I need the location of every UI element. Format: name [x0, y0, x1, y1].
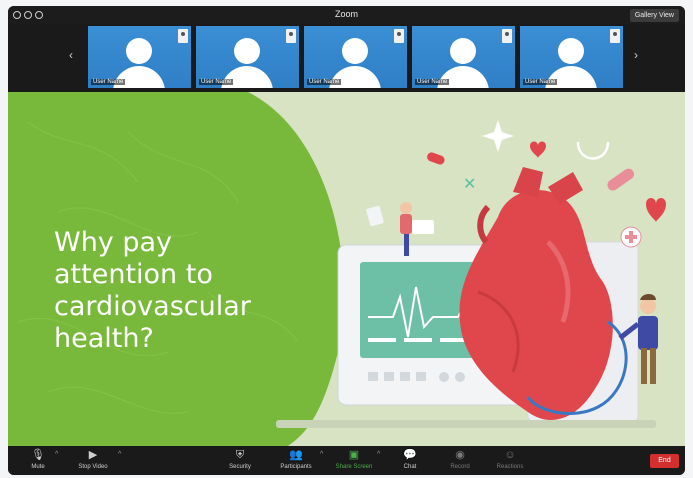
zoom-window: Zoom Gallery View ‹ User Name User Name …	[8, 6, 685, 475]
participant-strip: ‹ User Name User Name User Name User Nam…	[8, 24, 685, 92]
participant-thumbnail[interactable]: User Name	[520, 26, 623, 88]
share-screen-button[interactable]: ▣ Share Screen	[324, 448, 384, 471]
chevron-up-icon[interactable]: ^	[55, 451, 58, 458]
avatar-head	[126, 38, 152, 64]
shield-icon: ⛨	[235, 449, 245, 461]
participant-name: User Name	[91, 79, 126, 85]
slide-title: Why pay attention to cardiovascular heal…	[54, 227, 251, 354]
avatar-head	[450, 38, 476, 64]
participant-thumbnail[interactable]: User Name	[196, 26, 299, 88]
participant-thumbnail[interactable]: User Name	[304, 26, 407, 88]
participant-thumbnail[interactable]: User Name	[412, 26, 515, 88]
reactions-button[interactable]: ☺ Reactions	[480, 448, 540, 471]
title-bar: Zoom Gallery View	[8, 6, 685, 24]
video-camera-icon: ▶	[88, 449, 98, 461]
mute-button[interactable]: 🎙 Mute	[8, 448, 68, 471]
security-button[interactable]: ⛨ Security	[210, 448, 270, 471]
stethoscope-icon	[576, 141, 610, 160]
chevron-left-icon[interactable]: ‹	[69, 48, 73, 62]
chevron-right-icon[interactable]: ›	[634, 48, 638, 62]
avatar-head	[558, 38, 584, 64]
meeting-toolbar: 🎙 Mute ^ ▶ Stop Video ^ ⛨ Security 👥 Par…	[8, 446, 685, 475]
gallery-view-button[interactable]: Gallery View	[629, 9, 679, 22]
participant-badge-icon	[610, 29, 620, 43]
share-screen-icon: ▣	[348, 449, 360, 461]
stop-video-button[interactable]: ▶ Stop Video	[63, 448, 123, 471]
end-meeting-button[interactable]: End	[650, 454, 679, 468]
pill-icon	[427, 152, 445, 165]
heart-badge-icon	[646, 198, 666, 222]
participant-name: User Name	[307, 79, 342, 85]
participant-name: User Name	[523, 79, 558, 85]
window-title: Zoom	[334, 9, 358, 19]
microphone-icon: 🎙	[31, 449, 45, 461]
participant-badge-icon	[394, 29, 404, 43]
sparkle-icon	[482, 120, 514, 152]
small-heart-icon	[530, 141, 546, 158]
participants-button[interactable]: 👥 Participants	[266, 448, 326, 471]
avatar-head	[342, 38, 368, 64]
participant-name: User Name	[199, 79, 234, 85]
clipboard-icon	[366, 205, 384, 227]
capsule-icon	[607, 168, 634, 191]
participants-icon: 👥	[289, 449, 303, 461]
chevron-up-icon[interactable]: ^	[320, 451, 323, 458]
avatar-head	[234, 38, 260, 64]
chevron-up-icon[interactable]: ^	[118, 451, 121, 458]
cross-icon: ✕	[463, 174, 476, 193]
participant-badge-icon	[286, 29, 296, 43]
participant-badge-icon	[178, 29, 188, 43]
participant-badge-icon	[502, 29, 512, 43]
smiley-icon: ☺	[504, 449, 516, 461]
shared-screen: ✕ Why pay attention to cardiovascular he…	[8, 92, 685, 446]
participant-thumbnail[interactable]: User Name	[88, 26, 191, 88]
participant-name: User Name	[415, 79, 450, 85]
